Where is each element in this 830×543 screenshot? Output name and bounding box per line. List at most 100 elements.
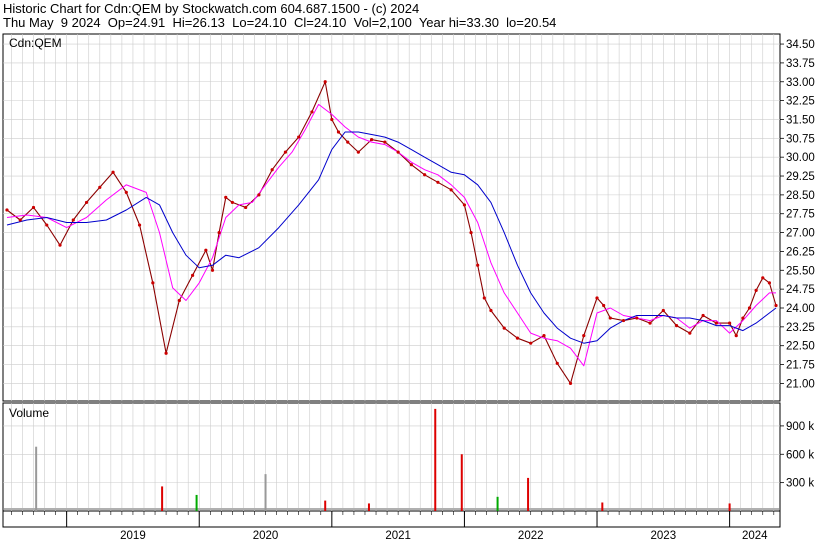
price-point <box>336 130 341 134</box>
price-point <box>476 263 480 267</box>
volume-bar <box>264 474 267 511</box>
volume-bar <box>460 454 463 511</box>
year-label: 2022 <box>518 530 544 542</box>
price-point <box>137 223 142 227</box>
price-point <box>217 230 221 235</box>
price-point <box>568 381 573 386</box>
price-point <box>449 188 453 192</box>
volume-bar <box>496 496 499 511</box>
volume-bar <box>601 502 604 511</box>
price-point <box>71 218 75 222</box>
price-tick-label: 22.50 <box>786 341 815 353</box>
price-point <box>84 200 89 205</box>
price-tick-label: 33.00 <box>786 77 815 89</box>
price-tick-label: 21.75 <box>786 360 815 372</box>
volume-tick-label: 600 k <box>786 449 814 461</box>
price-point <box>714 321 718 325</box>
price-point <box>98 185 102 189</box>
price-tick-label: 34.50 <box>786 39 815 51</box>
price-point <box>621 318 626 323</box>
price-point <box>257 193 261 197</box>
price-point <box>595 296 599 300</box>
price-tick-label: 29.25 <box>786 171 815 183</box>
price-point <box>734 334 738 338</box>
price-point <box>747 306 752 310</box>
price-point <box>482 296 486 300</box>
price-tick-label: 27.75 <box>786 209 815 221</box>
price-point <box>608 316 612 320</box>
price-point <box>648 321 652 325</box>
price-point <box>18 218 22 222</box>
price-point <box>31 205 36 210</box>
price-point <box>204 248 208 252</box>
price-point <box>674 323 679 328</box>
price-tick-label: 28.50 <box>786 190 815 202</box>
price-point <box>728 321 732 325</box>
price-point <box>330 117 334 122</box>
price-point <box>58 243 62 247</box>
year-label: 2019 <box>120 530 146 542</box>
price-point <box>582 334 586 338</box>
price-point <box>356 150 360 154</box>
volume-baseline <box>4 508 779 510</box>
price-point <box>423 173 427 177</box>
price-point <box>767 281 771 285</box>
price-point <box>661 308 665 313</box>
price-point <box>688 331 692 335</box>
price-point <box>555 361 559 365</box>
price-point <box>370 137 374 142</box>
price-tick-label: 24.75 <box>786 284 815 296</box>
price-tick-label: 31.50 <box>786 114 815 126</box>
volume-bar <box>728 503 731 511</box>
volume-bar <box>161 486 164 511</box>
volume-bar <box>35 446 38 511</box>
price-panel-label: Cdn:QEM <box>9 36 62 50</box>
price-point <box>701 313 705 318</box>
price-point <box>177 298 181 303</box>
volume-tick-label: 900 k <box>786 421 814 433</box>
price-tick-label: 26.25 <box>786 246 815 258</box>
stock-chart: 2019 2020 2021 2022 2023 2024 34.50 33.75 33.00 3… <box>2 33 815 542</box>
price-tick-label: 33.75 <box>786 58 815 70</box>
price-point <box>383 140 387 144</box>
price-point <box>164 351 168 355</box>
price-point <box>529 341 533 345</box>
price-point <box>151 281 155 285</box>
price-point <box>346 140 350 144</box>
price-point <box>635 316 639 320</box>
price-point <box>124 190 128 194</box>
volume-bar <box>367 503 370 511</box>
price-point <box>469 230 473 235</box>
price-point <box>191 273 195 277</box>
price-point <box>436 180 440 184</box>
volume-tick-label: 300 k <box>786 478 814 490</box>
price-point <box>111 170 115 174</box>
price-point <box>310 110 314 114</box>
price-point <box>210 268 215 272</box>
price-point <box>462 203 467 207</box>
year-label: 2021 <box>385 530 411 542</box>
price-point <box>489 308 493 313</box>
volume-bar <box>195 494 198 511</box>
price-tick-label: 27.00 <box>786 228 815 240</box>
price-point <box>741 316 745 320</box>
price-point <box>244 205 248 210</box>
price-point <box>270 168 274 172</box>
year-label: 2023 <box>651 530 677 542</box>
price-tick-label: 24.00 <box>786 303 815 315</box>
price-tick-label: 30.75 <box>786 133 815 145</box>
price-point <box>542 334 546 338</box>
price-point <box>230 200 234 205</box>
price-point <box>409 163 413 167</box>
price-point <box>323 80 327 84</box>
price-point <box>283 150 288 154</box>
price-point <box>602 303 606 308</box>
price-point <box>297 135 301 139</box>
price-tick-label: 25.50 <box>786 265 815 277</box>
price-point <box>774 303 778 308</box>
price-point <box>5 208 9 212</box>
price-tick-label: 30.00 <box>786 152 815 164</box>
year-label: 2024 <box>742 530 768 542</box>
price-point <box>45 223 49 227</box>
volume-bar <box>324 500 327 511</box>
